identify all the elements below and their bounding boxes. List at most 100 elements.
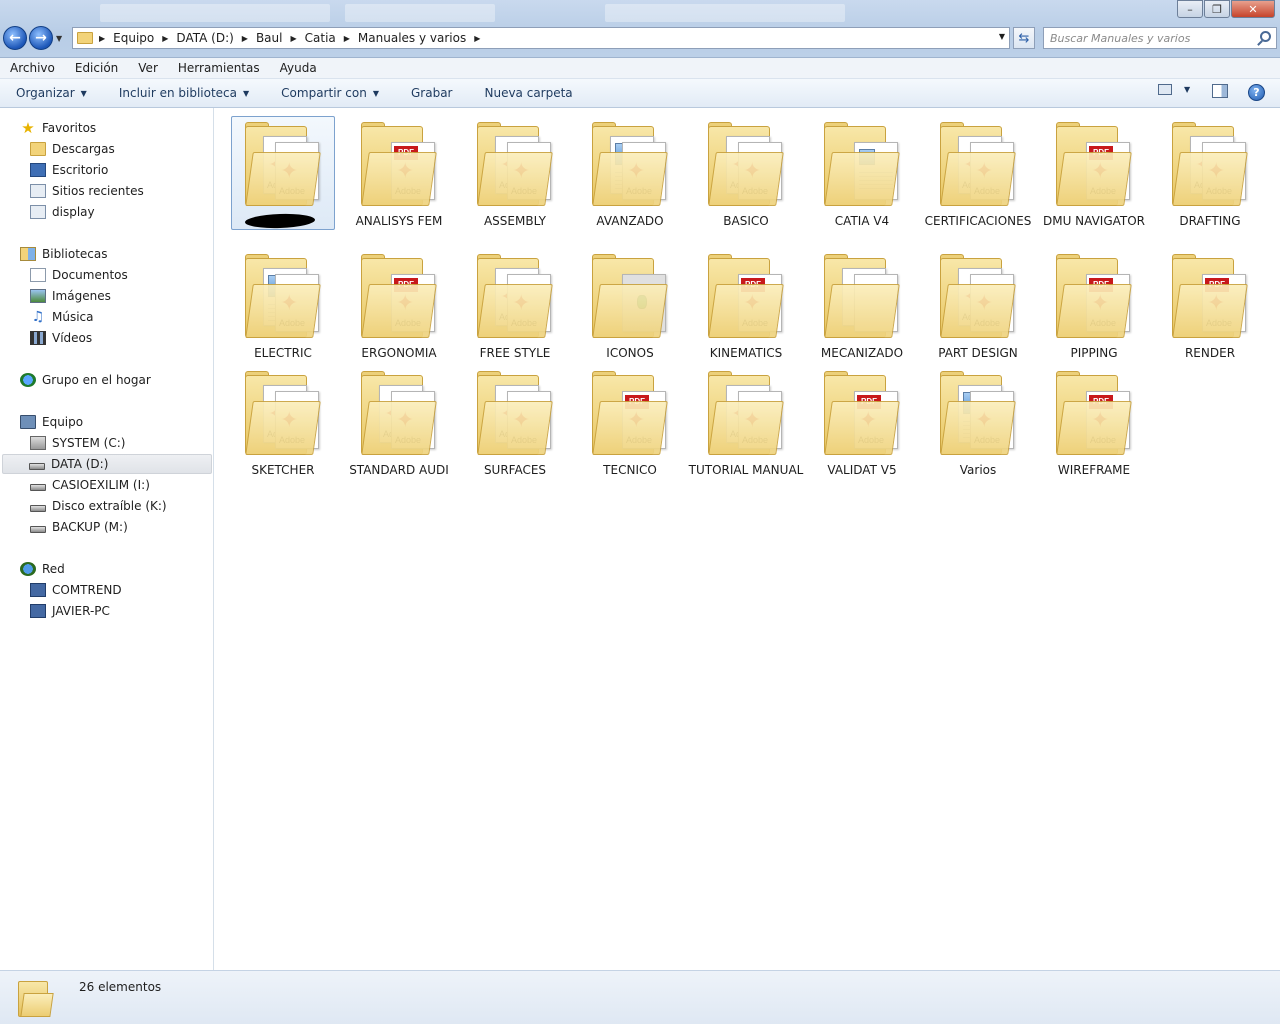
search-icon[interactable] [1260, 31, 1271, 42]
folder-item[interactable]: PDF✦Adobe KINEMATICS [694, 248, 798, 360]
folder-item[interactable]: MECANIZADO [810, 248, 914, 360]
organizar-button[interactable]: Organizar ▼ [0, 86, 103, 100]
folder-item[interactable]: CATIA V4 [810, 116, 914, 228]
libraries-icon [20, 247, 36, 261]
hard-drive-icon [29, 462, 45, 470]
folder-item[interactable]: ✦Adobe✦Adobe CERTIFICACIONES [925, 116, 1031, 228]
breadcrumb-equipo[interactable]: Equipo [113, 31, 154, 45]
maximize-button[interactable]: ❐ [1204, 0, 1230, 18]
nav-documentos-label: Documentos [52, 268, 128, 282]
nav-display[interactable]: display [30, 202, 242, 222]
close-button[interactable]: ✕ [1231, 0, 1275, 18]
nav-drive-system[interactable]: SYSTEM (C:) [30, 433, 242, 453]
folder-item[interactable]: ✦Adobe✦Adobe PART DESIGN [926, 248, 1030, 360]
nav-drive-data[interactable]: DATA (D:) [2, 454, 212, 474]
folder-item[interactable]: ✦Adobe✦Adobe ASSEMBLY [463, 116, 567, 228]
grabar-button[interactable]: Grabar [395, 86, 469, 100]
menu-archivo[interactable]: Archivo [0, 58, 65, 78]
folder-item[interactable]: PDF✦Adobe ANALISYS FEM [347, 116, 451, 228]
incluir-biblioteca-button[interactable]: Incluir en biblioteca ▼ [103, 86, 265, 100]
folder-item[interactable]: ✦Adobe✦Adobe STANDARD AUDI [347, 365, 451, 477]
address-bar[interactable]: ▶ Equipo ▶ DATA (D:) ▶ Baul ▶ Catia ▶ Ma… [72, 27, 1010, 49]
minimize-button[interactable]: – [1177, 0, 1203, 18]
folder-item[interactable]: ✦Adobe✦Adobe FREE STYLE [463, 248, 567, 360]
folder-item[interactable]: PDF✦Adobe RENDER [1158, 248, 1262, 360]
nav-documentos[interactable]: Documentos [30, 265, 242, 285]
breadcrumb-catia[interactable]: Catia [305, 31, 336, 45]
nav-disco-label: Disco extraíble (K:) [52, 499, 167, 513]
folder-label: SKETCHER [251, 463, 315, 477]
folder-item[interactable]: PDF✦Adobe TECNICO [578, 365, 682, 477]
chevron-right-icon[interactable]: ▶ [242, 34, 248, 43]
folder-item[interactable]: ✦Adobe AVANZADO [578, 116, 682, 228]
folder-icon: ✦Adobe✦Adobe [477, 254, 553, 340]
chevron-right-icon[interactable]: ▶ [290, 34, 296, 43]
nav-drive-disco[interactable]: Disco extraíble (K:) [30, 496, 242, 516]
folder-item[interactable]: ICONOS [578, 248, 682, 360]
folder-item[interactable]: ✦Adobe Varios [926, 365, 1030, 477]
nav-bibliotecas[interactable]: Bibliotecas [20, 244, 232, 264]
folder-item[interactable]: ✦Adobe✦Adobe SKETCHER [231, 365, 335, 477]
recent-pages-dropdown[interactable]: ▼ [56, 34, 62, 43]
folder-item[interactable]: PDF✦Adobe VALIDAT V5 [810, 365, 914, 477]
menu-ver[interactable]: Ver [128, 58, 168, 78]
help-button[interactable]: ? [1248, 84, 1265, 101]
nueva-carpeta-button[interactable]: Nueva carpeta [468, 86, 588, 100]
title-bar: – ❐ ✕ ← → ▼ ▶ Equipo ▶ DATA (D:) ▶ Baul … [0, 0, 1280, 58]
nav-imagenes[interactable]: Imágenes [30, 286, 242, 306]
folder-item[interactable]: ✦Adobe✦Adobe DRAFTING [1158, 116, 1262, 228]
nav-comtrend[interactable]: COMTREND [30, 580, 242, 600]
nav-descargas[interactable]: Descargas [30, 139, 242, 159]
folder-item[interactable]: ✦Adobe✦Adobe [231, 116, 335, 230]
chevron-right-icon[interactable]: ▶ [162, 34, 168, 43]
folder-item[interactable]: PDF✦Adobe ERGONOMIA [347, 248, 451, 360]
menu-herramientas[interactable]: Herramientas [168, 58, 270, 78]
back-button[interactable]: ← [3, 26, 27, 50]
nav-sitios-recientes[interactable]: Sitios recientes [30, 181, 242, 201]
preview-pane-button[interactable] [1212, 84, 1228, 98]
nav-videos[interactable]: Vídeos [30, 328, 242, 348]
chevron-down-icon[interactable]: ▼ [999, 32, 1005, 41]
nav-red[interactable]: Red [20, 559, 232, 579]
nav-drive-casio[interactable]: CASIOEXILIM (I:) [30, 475, 242, 495]
folder-icon: ✦Adobe✦Adobe [245, 371, 321, 457]
nav-musica[interactable]: ♫ Música [30, 307, 242, 327]
nav-drive-backup[interactable]: BACKUP (M:) [30, 517, 242, 537]
nav-descargas-label: Descargas [52, 142, 115, 156]
forward-button[interactable]: → [29, 26, 53, 50]
menu-ayuda[interactable]: Ayuda [270, 58, 327, 78]
nav-javier-pc[interactable]: JAVIER-PC [30, 601, 242, 621]
chevron-down-icon[interactable]: ▼ [1184, 85, 1190, 94]
nav-casio-label: CASIOEXILIM (I:) [52, 478, 150, 492]
nav-grupo-label: Grupo en el hogar [42, 373, 151, 387]
folder-item[interactable]: ✦Adobe✦Adobe TUTORIAL MANUAL [689, 365, 803, 477]
folder-item[interactable]: PDF✦Adobe PIPPING [1042, 248, 1146, 360]
preview-pane-icon [1212, 84, 1228, 98]
nav-data-label: DATA (D:) [51, 457, 109, 471]
nav-grupo-hogar[interactable]: Grupo en el hogar [20, 370, 232, 390]
chevron-right-icon[interactable]: ▶ [474, 34, 480, 43]
nav-equipo[interactable]: Equipo [20, 412, 232, 432]
breadcrumb-manuales[interactable]: Manuales y varios [358, 31, 466, 45]
folder-item[interactable]: PDF✦Adobe WIREFRAME [1042, 365, 1146, 477]
folder-item[interactable]: ✦Adobe✦Adobe BASICO [694, 116, 798, 228]
change-view-button[interactable]: ▼ [1158, 84, 1190, 95]
chevron-right-icon[interactable]: ▶ [344, 34, 350, 43]
breadcrumb-data[interactable]: DATA (D:) [176, 31, 233, 45]
breadcrumb-baul[interactable]: Baul [256, 31, 283, 45]
compartir-button[interactable]: Compartir con ▼ [265, 86, 395, 100]
folder-item[interactable]: PDF✦Adobe DMU NAVIGATOR [1042, 116, 1146, 228]
search-input[interactable] [1044, 28, 1244, 48]
nav-favoritos[interactable]: ★ Favoritos [20, 118, 232, 138]
view-icon [1158, 84, 1172, 95]
folder-item[interactable]: ✦Adobe ELECTRIC [231, 248, 335, 360]
nav-escritorio[interactable]: Escritorio [30, 160, 242, 180]
downloads-folder-icon [30, 142, 46, 156]
folder-item[interactable]: ✦Adobe✦Adobe SURFACES [463, 365, 567, 477]
refresh-button[interactable]: ⇆ [1013, 27, 1035, 49]
chevron-right-icon[interactable]: ▶ [99, 34, 105, 43]
folder-icon: ✦Adobe✦Adobe [477, 122, 553, 208]
computer-icon [20, 415, 36, 429]
folder-label: FREE STYLE [479, 346, 551, 360]
menu-edicion[interactable]: Edición [65, 58, 128, 78]
